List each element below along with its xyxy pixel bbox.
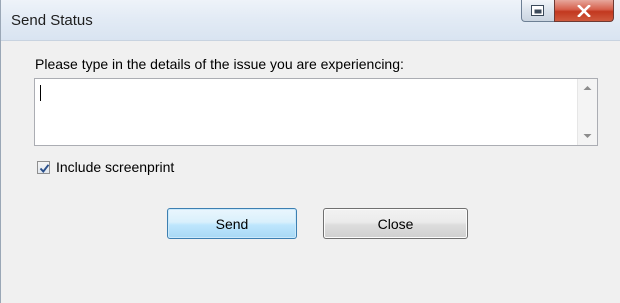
scroll-up-button[interactable] [578, 79, 597, 97]
issue-details-box[interactable] [34, 78, 598, 146]
scroll-up-arrow-icon [583, 86, 592, 90]
scroll-down-button[interactable] [578, 127, 597, 145]
issue-prompt-label: Please type in the details of the issue … [35, 56, 404, 72]
title-bar[interactable]: Send Status [1, 0, 620, 41]
send-button[interactable]: Send [167, 208, 297, 239]
scroll-down-arrow-icon [583, 134, 592, 138]
window-title: Send Status [11, 12, 93, 29]
text-caret [40, 85, 41, 101]
checkmark-icon [39, 164, 50, 173]
restore-button[interactable] [521, 0, 555, 22]
close-button[interactable]: Close [323, 208, 468, 239]
send-status-dialog: Send Status Please type in the details o… [0, 0, 620, 303]
window-close-button[interactable] [554, 0, 614, 22]
close-x-icon [577, 4, 591, 17]
include-screenprint-checkbox[interactable] [37, 161, 50, 174]
include-screenprint-label[interactable]: Include screenprint [56, 159, 174, 175]
issue-details-input[interactable] [35, 79, 577, 145]
issue-details-scrollbar[interactable] [577, 79, 597, 145]
restore-window-icon [531, 4, 544, 16]
